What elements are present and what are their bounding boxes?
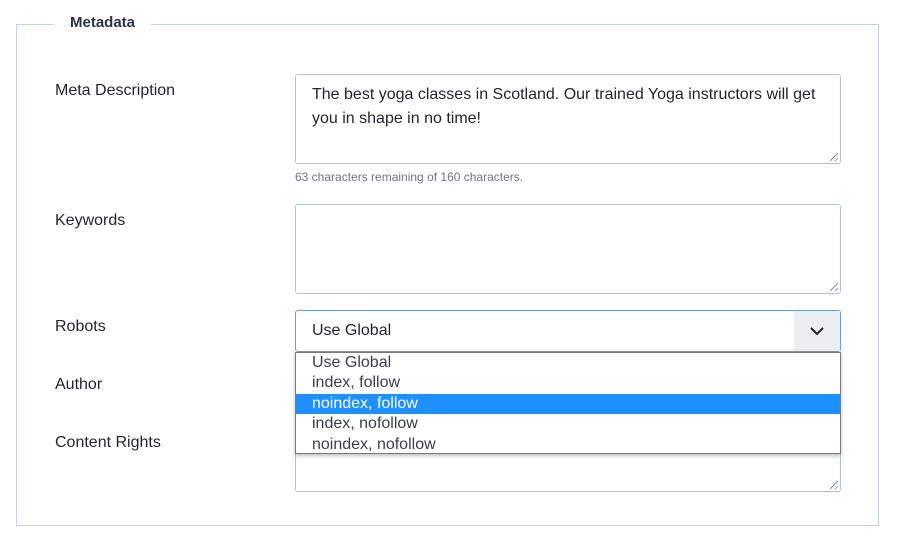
meta-description-value: The best yoga classes in Scotland. Our t… [312,86,816,127]
meta-description-textarea[interactable]: The best yoga classes in Scotland. Our t… [295,74,841,164]
robots-option-index-follow[interactable]: index, follow [296,373,840,393]
meta-description-label: Meta Description [55,82,176,99]
keywords-label: Keywords [55,212,126,229]
char-count-hint: 63 characters remaining of 160 character… [295,170,524,184]
keywords-textarea[interactable] [295,204,841,294]
resize-grip-icon[interactable] [830,283,838,291]
resize-grip-icon[interactable] [830,481,838,489]
robots-option-noindex-nofollow[interactable]: noindex, nofollow [296,435,840,455]
robots-dropdown-list: Use Global index, follow noindex, follow… [295,352,841,454]
chevron-down-icon[interactable] [794,311,840,351]
content-rights-label: Content Rights [55,434,161,451]
fieldset-legend: Metadata [54,14,152,31]
robots-selected-value: Use Global [312,322,392,339]
robots-option-use-global[interactable]: Use Global [296,353,840,373]
robots-select[interactable]: Use Global [295,310,841,352]
robots-option-index-nofollow[interactable]: index, nofollow [296,414,840,434]
robots-label: Robots [55,318,106,335]
resize-grip-icon[interactable] [830,153,838,161]
robots-option-noindex-follow[interactable]: noindex, follow [296,393,840,415]
author-label: Author [55,376,103,393]
